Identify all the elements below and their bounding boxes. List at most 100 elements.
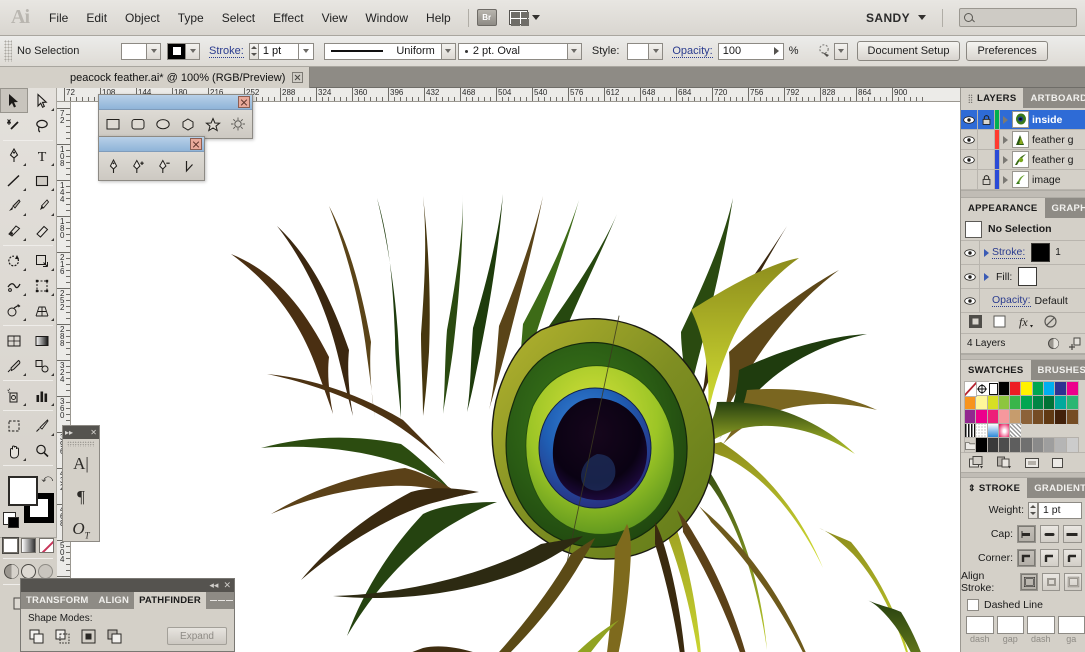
- swatch-pattern-stripe[interactable]: [964, 423, 977, 439]
- rectangle-tool[interactable]: [101, 113, 125, 135]
- align-outside-button[interactable]: [1064, 573, 1082, 591]
- swatch-yellow[interactable]: [1020, 381, 1034, 397]
- miter-join-button[interactable]: [1017, 549, 1036, 567]
- vertical-ruler[interactable]: 7210814418021625228832436039643246850454…: [57, 102, 71, 652]
- tab-swatches[interactable]: SWATCHES: [961, 360, 1031, 380]
- swatch-brown[interactable]: [1020, 409, 1034, 425]
- opacity-label[interactable]: Opacity:: [672, 45, 713, 58]
- swatch-libraries-icon[interactable]: [969, 456, 984, 469]
- swatch-tan[interactable]: [1009, 409, 1022, 425]
- swatch-teal[interactable]: [1054, 395, 1068, 411]
- tab-layers[interactable]: LAYERS: [961, 88, 1024, 108]
- tab-brushes[interactable]: BRUSHES: [1031, 360, 1085, 380]
- fill-color-chip[interactable]: [1018, 267, 1038, 286]
- swatch-gray-3[interactable]: [1009, 437, 1022, 453]
- artboard-tool[interactable]: [0, 413, 28, 438]
- control-bar-grip[interactable]: [4, 40, 12, 62]
- swatch-emerald[interactable]: [1020, 395, 1034, 411]
- pathfinder-header[interactable]: ◂◂ ✕: [21, 579, 234, 592]
- menu-view[interactable]: View: [313, 7, 357, 29]
- clear-appearance-icon[interactable]: [1044, 315, 1057, 331]
- free-transform-tool[interactable]: [28, 273, 56, 298]
- slice-tool[interactable]: [28, 413, 56, 438]
- lock-toggle[interactable]: [978, 170, 995, 189]
- pen-tool[interactable]: [101, 155, 126, 177]
- stroke-weight-label[interactable]: Stroke:: [209, 45, 244, 58]
- menu-window[interactable]: Window: [356, 7, 417, 29]
- create-new-sublayer-icon[interactable]: [1068, 337, 1081, 350]
- close-icon[interactable]: [292, 72, 304, 83]
- ellipse-tool[interactable]: [151, 113, 175, 135]
- swatch-gray-6[interactable]: [1043, 437, 1056, 453]
- swatch-dark-brown[interactable]: [1032, 409, 1045, 425]
- rectangle-tool[interactable]: [28, 168, 56, 193]
- visibility-toggle[interactable]: [961, 289, 980, 312]
- recolor-artwork-icon[interactable]: [817, 43, 833, 59]
- visibility-toggle[interactable]: [961, 265, 980, 288]
- swatch-options-icon[interactable]: [1025, 457, 1039, 469]
- tab-appearance[interactable]: APPEARANCE: [961, 198, 1045, 218]
- paragraph-panel-icon[interactable]: ¶: [77, 480, 85, 513]
- swatch-gray-1[interactable]: [987, 437, 1000, 453]
- swatch-gray-5[interactable]: [1032, 437, 1045, 453]
- pencil-tool[interactable]: [28, 193, 56, 218]
- disclosure-triangle-icon[interactable]: [980, 272, 992, 281]
- go-to-bridge-icon[interactable]: Br: [476, 9, 497, 26]
- swatch-sepia[interactable]: [1066, 409, 1079, 425]
- unite-button[interactable]: [28, 628, 45, 645]
- round-join-button[interactable]: [1040, 549, 1059, 567]
- fill-dropdown-icon[interactable]: [147, 42, 161, 60]
- pen-tool[interactable]: [0, 143, 28, 168]
- close-icon[interactable]: ✕: [223, 581, 231, 590]
- disclosure-triangle-icon[interactable]: [1000, 115, 1011, 124]
- layer-name[interactable]: image: [1032, 174, 1061, 186]
- disclosure-triangle-icon[interactable]: [1000, 175, 1011, 184]
- dash-field-1[interactable]: [966, 616, 994, 634]
- star-tool[interactable]: [201, 113, 225, 135]
- stroke-label[interactable]: Stroke:: [992, 246, 1026, 259]
- pen-tearoff-titlebar[interactable]: [99, 137, 204, 152]
- dashed-line-row[interactable]: Dashed Line: [961, 594, 1085, 616]
- menu-help[interactable]: Help: [417, 7, 460, 29]
- layer-name[interactable]: inside: [1032, 114, 1062, 126]
- visibility-toggle[interactable]: [961, 150, 978, 169]
- panel-grip[interactable]: [968, 93, 973, 103]
- symbol-sprayer-tool[interactable]: [0, 383, 28, 408]
- color-mode-button[interactable]: [2, 538, 18, 553]
- layer-row[interactable]: feather g: [961, 150, 1085, 170]
- weight-value[interactable]: 1 pt: [1038, 501, 1082, 519]
- swatch-blue[interactable]: [1054, 381, 1068, 397]
- character-panel-icon[interactable]: A|: [73, 447, 89, 480]
- swatch-magenta[interactable]: [1066, 381, 1079, 397]
- artboard[interactable]: [71, 102, 960, 652]
- none-mode-button[interactable]: [38, 538, 54, 553]
- fill-swatch-control[interactable]: [121, 42, 161, 60]
- brush-definition-select[interactable]: 2 pt. Oval: [457, 42, 568, 60]
- user-chevron-down-icon[interactable]: [918, 15, 926, 20]
- close-icon[interactable]: ✕: [90, 428, 97, 437]
- intersect-button[interactable]: [80, 628, 97, 645]
- tab-transform[interactable]: TRANSFORM: [21, 592, 94, 609]
- show-swatch-kinds-icon[interactable]: [997, 456, 1012, 469]
- mesh-tool[interactable]: [0, 328, 28, 353]
- swatch-grass-green[interactable]: [1009, 395, 1022, 411]
- stroke-weight-chevron-down-icon[interactable]: [298, 42, 314, 60]
- visibility-toggle[interactable]: [961, 241, 980, 264]
- lasso-tool[interactable]: [28, 113, 56, 138]
- lock-toggle[interactable]: [978, 130, 995, 149]
- swatch-gray-8[interactable]: [1066, 437, 1079, 453]
- stroke-swatch-control[interactable]: [167, 42, 200, 60]
- rotate-tool[interactable]: [0, 248, 28, 273]
- close-icon[interactable]: [190, 138, 202, 150]
- type-tool[interactable]: T: [28, 143, 56, 168]
- swatch-dark-green[interactable]: [1043, 395, 1056, 411]
- swatch-orange[interactable]: [964, 395, 977, 411]
- make-clipping-mask-icon[interactable]: [1047, 337, 1060, 350]
- column-graph-tool[interactable]: [28, 383, 56, 408]
- projecting-cap-button[interactable]: [1063, 525, 1082, 543]
- width-tool[interactable]: [0, 273, 28, 298]
- draw-inside-button[interactable]: [37, 564, 53, 579]
- gap-field-1[interactable]: [996, 616, 1024, 634]
- menu-effect[interactable]: Effect: [264, 7, 312, 29]
- brush-chevron-down-icon[interactable]: [567, 42, 582, 60]
